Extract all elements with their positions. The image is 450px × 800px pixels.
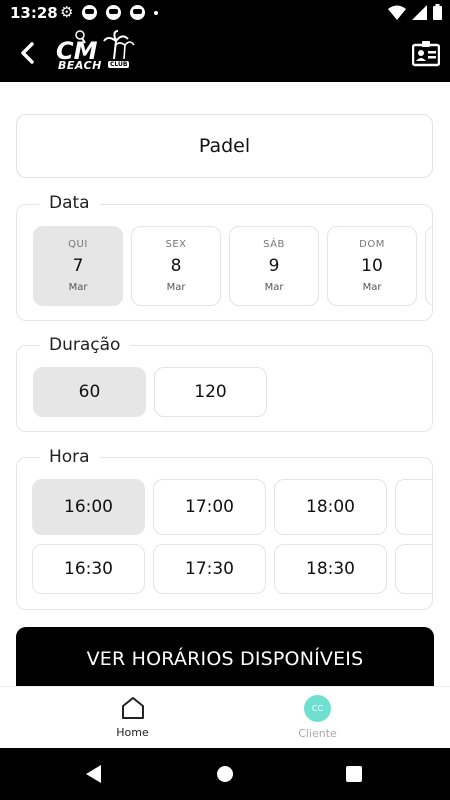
date-tile[interactable]: DOM 10 Mar [327, 226, 417, 306]
logo-club: CLUB [108, 61, 130, 68]
date-list: QUI 7 Mar SEX 8 Mar SÁB 9 Mar DOM 10 Mar [33, 226, 432, 306]
date-day: 8 [170, 256, 182, 276]
date-month: Mar [166, 282, 186, 293]
date-month: Mar [68, 282, 88, 293]
nav-recents-icon[interactable] [346, 766, 362, 782]
back-button[interactable] [12, 38, 42, 68]
home-icon [121, 697, 144, 719]
bottom-tab-bar: Home CC Cliente [0, 686, 450, 748]
tab-client-label: Cliente [298, 727, 337, 740]
signal-icon [412, 4, 427, 20]
time-option[interactable]: 18:00 [274, 479, 387, 535]
club-logo: CM BEACH CLUB [56, 29, 136, 79]
status-bar: 13:28 ⚙ [0, 0, 450, 26]
check-availability-button[interactable]: VER HORÁRIOS DISPONÍVEIS [16, 627, 434, 686]
system-nav-bar [0, 748, 450, 800]
date-month: Mar [362, 282, 382, 293]
duration-option[interactable]: 60 [33, 367, 146, 417]
date-weekday: SEX [165, 239, 187, 250]
time-option-partial[interactable] [395, 544, 432, 594]
sport-selector[interactable]: Padel [16, 114, 433, 178]
time-row: 16:30 17:30 18:30 [32, 544, 432, 594]
time-option[interactable]: 17:00 [153, 479, 266, 535]
date-day: 10 [361, 256, 383, 276]
time-section-title: Hora [39, 447, 100, 467]
client-avatar: CC [304, 695, 331, 722]
date-day: 9 [268, 256, 280, 276]
date-tile-partial[interactable] [425, 226, 432, 306]
booking-form: Padel QUI 7 Mar SEX 8 Mar SÁB 9 Mar DOM … [0, 82, 450, 686]
duration-options: 60 120 [33, 367, 267, 417]
status-system-icons [388, 4, 442, 20]
gear-icon: ⚙ [60, 3, 74, 21]
duration-section-title: Duração [39, 335, 131, 355]
nav-back-icon[interactable] [86, 765, 101, 783]
wifi-icon [388, 5, 406, 20]
time-option[interactable]: 17:30 [153, 544, 266, 594]
logo-text: BEACH [58, 59, 102, 72]
date-tile[interactable]: QUI 7 Mar [33, 226, 123, 306]
notification-icon [82, 5, 98, 20]
date-weekday: DOM [359, 239, 385, 250]
dot-icon [154, 10, 159, 15]
status-notifications: ⚙ [60, 3, 159, 21]
date-month: Mar [264, 282, 284, 293]
app-header: CM BEACH CLUB [0, 26, 450, 82]
date-weekday: QUI [68, 239, 88, 250]
nav-home-icon[interactable] [217, 766, 233, 782]
time-option[interactable]: 18:30 [274, 544, 387, 594]
duration-section: 60 120 [16, 345, 433, 432]
date-tile[interactable]: SÁB 9 Mar [229, 226, 319, 306]
tab-client[interactable]: CC Cliente [205, 687, 430, 749]
date-tile[interactable]: SEX 8 Mar [131, 226, 221, 306]
notification-icon [130, 5, 146, 20]
logo-mark: CM [56, 30, 135, 65]
chevron-left-icon [21, 42, 34, 64]
date-weekday: SÁB [263, 239, 285, 250]
time-option[interactable]: 16:00 [32, 479, 145, 535]
status-time: 13:28 [10, 4, 58, 22]
battery-icon [433, 4, 442, 20]
duration-option[interactable]: 120 [154, 367, 267, 417]
time-option-partial[interactable] [395, 479, 432, 535]
date-day: 7 [72, 256, 84, 276]
time-option[interactable]: 16:30 [32, 544, 145, 594]
time-section: 16:00 17:00 18:00 16:30 17:30 18:30 [16, 457, 433, 610]
tab-home-label: Home [116, 726, 149, 739]
contact-card-icon[interactable] [412, 40, 440, 68]
date-section: QUI 7 Mar SEX 8 Mar SÁB 9 Mar DOM 10 Mar [16, 204, 433, 321]
time-row: 16:00 17:00 18:00 [32, 479, 432, 535]
notification-icon [106, 5, 122, 20]
date-section-title: Data [39, 193, 100, 213]
